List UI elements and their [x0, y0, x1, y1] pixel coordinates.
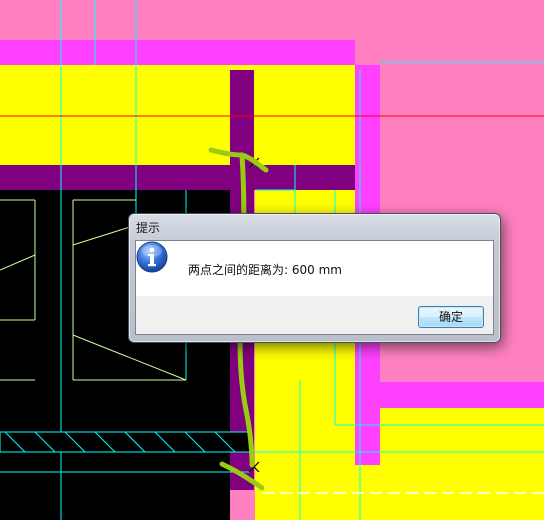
- dialog-message: 两点之间的距离为: 600 mm: [188, 263, 342, 277]
- dialog-body: 两点之间的距离为: 600 mm 确定: [135, 240, 494, 335]
- magenta-band-top: [0, 40, 355, 65]
- message-area: 两点之间的距离为: 600 mm: [136, 241, 493, 296]
- info-icon: [136, 241, 168, 273]
- ok-button[interactable]: 确定: [418, 306, 484, 328]
- purple-beam: [0, 165, 355, 190]
- cad-drawing-canvas[interactable]: 提示 两点之间的距离为: 600 mm 确定: [0, 0, 544, 520]
- yellow-region-top: [0, 65, 355, 165]
- dialog-title: 提示: [136, 221, 161, 235]
- message-dialog: 提示 两点之间的距离为: 600 mm 确定: [128, 213, 501, 343]
